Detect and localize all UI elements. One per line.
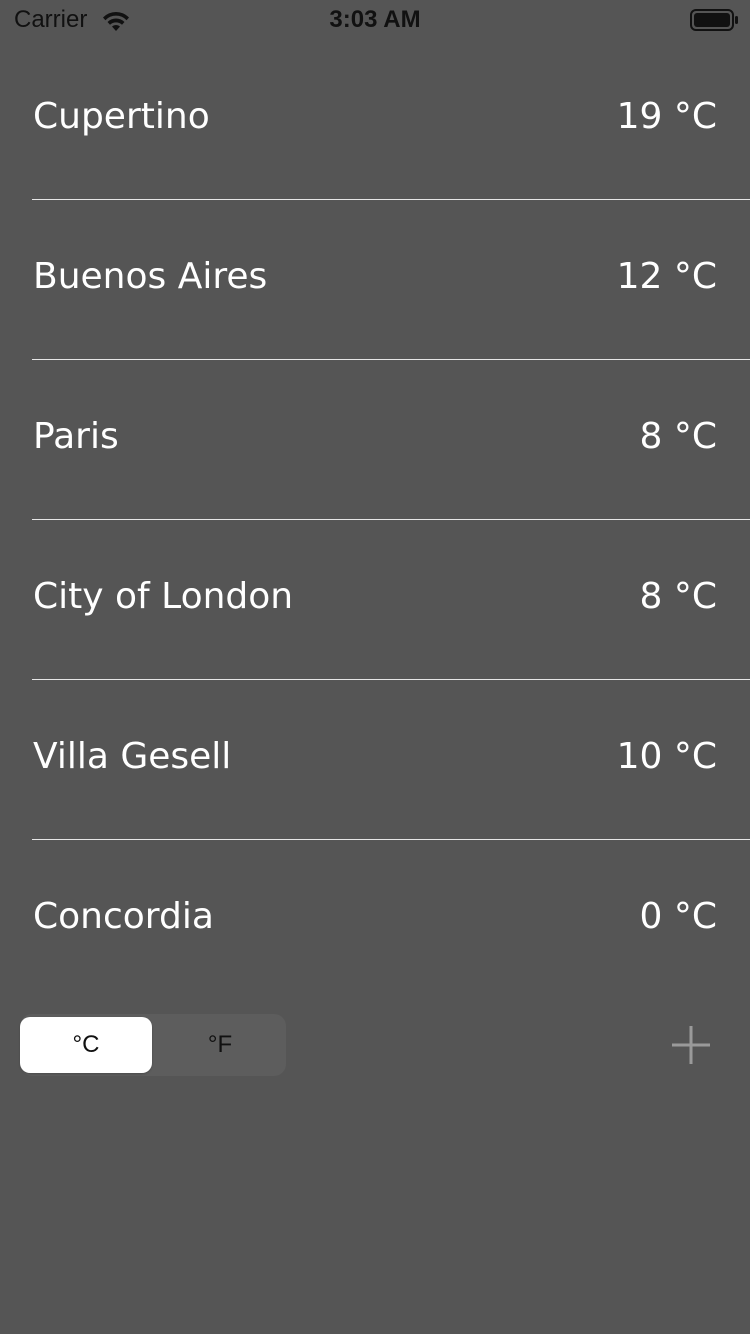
city-name: Cupertino: [33, 96, 210, 137]
city-list: Cupertino 19 °C Buenos Aires 12 °C Paris…: [0, 40, 750, 1000]
city-temperature: 19 °C: [616, 96, 717, 137]
city-temperature: 10 °C: [616, 736, 717, 777]
unit-segmented-control[interactable]: °C °F: [20, 1014, 286, 1076]
list-item[interactable]: Cupertino 19 °C: [0, 40, 750, 200]
plus-icon: [672, 1026, 710, 1064]
fahrenheit-option[interactable]: °F: [154, 1014, 286, 1076]
status-bar: Carrier 3:03 AM: [0, 0, 750, 40]
list-item[interactable]: Buenos Aires 12 °C: [0, 200, 750, 360]
list-item[interactable]: Paris 8 °C: [0, 360, 750, 520]
city-name: Buenos Aires: [33, 256, 268, 297]
celsius-option[interactable]: °C: [20, 1017, 152, 1073]
list-item[interactable]: City of London 8 °C: [0, 520, 750, 680]
city-name: Concordia: [33, 896, 214, 937]
add-city-button[interactable]: [668, 1022, 714, 1068]
city-temperature: 0 °C: [639, 896, 717, 937]
city-temperature: 12 °C: [616, 256, 717, 297]
city-name: Paris: [33, 416, 119, 457]
city-temperature: 8 °C: [639, 576, 717, 617]
list-item[interactable]: Concordia 0 °C: [0, 840, 750, 1000]
city-name: City of London: [33, 576, 294, 617]
city-name: Villa Gesell: [33, 736, 232, 777]
list-item[interactable]: Villa Gesell 10 °C: [0, 680, 750, 840]
status-time: 3:03 AM: [329, 6, 421, 33]
battery-icon: [690, 9, 738, 31]
city-temperature: 8 °C: [639, 416, 717, 457]
